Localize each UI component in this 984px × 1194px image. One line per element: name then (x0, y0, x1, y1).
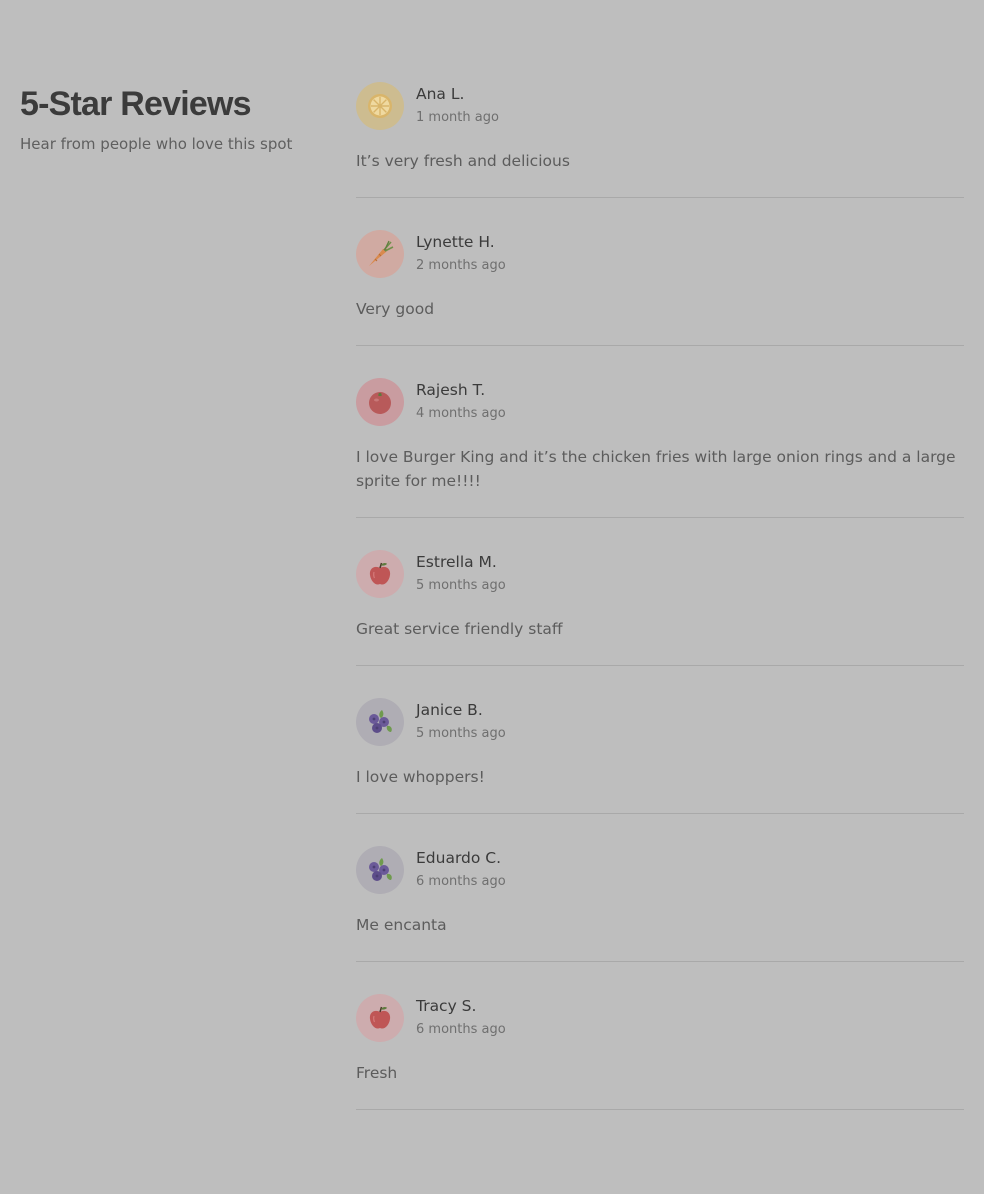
review-header: Tracy S. 6 months ago (356, 994, 964, 1042)
review-item: Estrella M. 5 months ago Great service f… (356, 518, 964, 666)
review-time: 6 months ago (416, 1022, 506, 1037)
review-time: 4 months ago (416, 406, 506, 421)
review-text: Fresh (356, 1064, 398, 1082)
review-text: It’s very fresh and delicious (356, 152, 570, 170)
section-subtitle: Hear from people who love this spot (20, 135, 293, 153)
reviewer-name: Tracy S. (416, 997, 477, 1015)
lemon-icon (368, 94, 392, 118)
reviewer-info: Eduardo C. 6 months ago (416, 846, 506, 891)
tomato-icon (369, 392, 391, 414)
review-header: Janice B. 5 months ago (356, 698, 964, 746)
reviewer-info: Ana L. 1 month ago (416, 82, 499, 127)
blueberry-icon (369, 858, 392, 881)
reviewer-info: Rajesh T. 4 months ago (416, 378, 506, 423)
reviewer-name: Janice B. (416, 701, 483, 719)
reviewer-info: Janice B. 5 months ago (416, 698, 506, 743)
apple-icon (369, 562, 391, 585)
review-text: Great service friendly staff (356, 620, 563, 638)
review-item: Lynette H. 2 months ago Very good (356, 198, 964, 346)
reviewer-info: Lynette H. 2 months ago (416, 230, 506, 275)
review-item: Ana L. 1 month ago It’s very fresh and d… (356, 82, 964, 198)
reviewer-name: Rajesh T. (416, 381, 486, 399)
review-item: Tracy S. 6 months ago Fresh (356, 962, 964, 1110)
apple-icon (369, 1006, 391, 1029)
review-text: I love whoppers! (356, 768, 485, 786)
review-item: Rajesh T. 4 months ago I love Burger Kin… (356, 346, 964, 518)
review-time: 5 months ago (416, 578, 506, 593)
reviewer-name: Lynette H. (416, 233, 495, 251)
avatar (356, 698, 404, 746)
avatar (356, 550, 404, 598)
review-time: 6 months ago (416, 874, 506, 889)
review-header: Lynette H. 2 months ago (356, 230, 964, 278)
carrot-icon (369, 240, 394, 266)
reviewer-name: Ana L. (416, 85, 465, 103)
avatar (356, 994, 404, 1042)
review-text: I love Burger King and it’s the chicken … (356, 448, 956, 490)
review-time: 5 months ago (416, 726, 506, 741)
reviewer-name: Eduardo C. (416, 849, 502, 867)
reviews-intro: 5-Star Reviews Hear from people who love… (20, 84, 320, 154)
review-item: Janice B. 5 months ago I love whoppers! (356, 666, 964, 814)
reviewer-info: Tracy S. 6 months ago (416, 994, 506, 1039)
review-header: Ana L. 1 month ago (356, 82, 964, 130)
review-header: Rajesh T. 4 months ago (356, 378, 964, 426)
review-header: Eduardo C. 6 months ago (356, 846, 964, 894)
review-header: Estrella M. 5 months ago (356, 550, 964, 598)
avatar (356, 846, 404, 894)
review-text: Me encanta (356, 916, 447, 934)
section-title: 5-Star Reviews (20, 85, 252, 123)
reviewer-name: Estrella M. (416, 553, 497, 571)
blueberry-icon (369, 710, 392, 733)
review-time: 1 month ago (416, 110, 499, 125)
avatar (356, 230, 404, 278)
review-text: Very good (356, 300, 435, 318)
review-item: Eduardo C. 6 months ago Me encanta (356, 814, 964, 962)
avatar (356, 378, 404, 426)
reviewer-info: Estrella M. 5 months ago (416, 550, 506, 595)
avatar (356, 82, 404, 130)
review-list: Ana L. 1 month ago It’s very fresh and d… (356, 82, 964, 1110)
reviews-page: 5-Star Reviews Hear from people who love… (0, 0, 984, 1194)
review-time: 2 months ago (416, 258, 506, 273)
